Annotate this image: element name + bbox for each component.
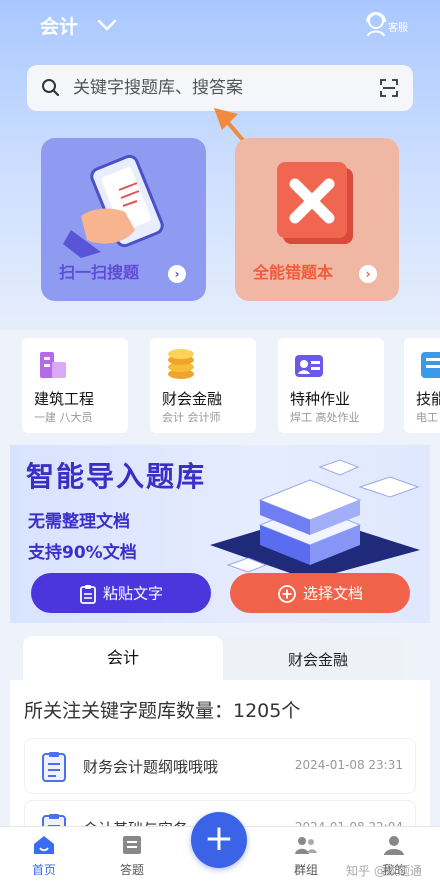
- wrong-questions-card[interactable]: 全能错题本 ›: [235, 138, 399, 301]
- chevron-down-icon[interactable]: [96, 14, 118, 36]
- tab-accounting[interactable]: 会计: [23, 636, 223, 680]
- list-item-title: 财务会计题纲哦哦哦: [83, 758, 219, 776]
- nav-home-label: 首页: [31, 863, 56, 877]
- chevron-right-icon: ›: [168, 265, 186, 283]
- category-finance[interactable]: 财会金融 会计 会计师: [150, 338, 256, 433]
- scan-search-card[interactable]: 扫一扫搜题 ›: [41, 138, 206, 301]
- nav-group-label: 群组: [293, 863, 318, 877]
- headset-icon: [366, 12, 386, 37]
- select-document-label: 选择文档: [302, 584, 363, 603]
- scan-search-label: 扫一扫搜题: [59, 263, 140, 282]
- plus-circle-icon: [278, 584, 296, 603]
- banner-subtitle: 支持90%文档: [28, 543, 137, 563]
- category-skills[interactable]: 技能 电工: [404, 338, 440, 433]
- category-title: 特种作业: [290, 390, 351, 408]
- nav-group[interactable]: 群组: [276, 833, 336, 878]
- list-item-date: 2024-01-08 23:31: [294, 758, 403, 772]
- coins-icon: [168, 349, 194, 379]
- customer-service-button[interactable]: 客服: [364, 10, 414, 42]
- document-icon: [42, 752, 66, 782]
- group-icon: [295, 837, 317, 854]
- server-stack-icon: [210, 459, 420, 575]
- select-document-button[interactable]: 选择文档: [230, 573, 410, 613]
- answer-book-icon: [123, 836, 141, 854]
- service-label: 客服: [388, 23, 408, 34]
- import-banner[interactable]: 智能导入题库 无需整理文档 支持90%文档 粘贴文字 选择文档: [10, 445, 430, 623]
- tab-finance[interactable]: 财会金融: [238, 636, 398, 684]
- nav-home[interactable]: 首页: [14, 833, 74, 878]
- paste-text-label: 粘贴文字: [102, 584, 163, 603]
- bank-count-text: 所关注关键字题库数量：1205个: [24, 700, 301, 722]
- paste-text-button[interactable]: 粘贴文字: [31, 573, 211, 613]
- banner-subtitle: 无需整理文档: [28, 512, 130, 532]
- skill-icon: [421, 352, 440, 378]
- list-item[interactable]: 财务会计题纲哦哦哦 2024-01-08 23:31: [24, 738, 416, 794]
- category-subtitle: 焊工 高处作业: [290, 411, 360, 424]
- banner-title: 智能导入题库: [26, 460, 207, 493]
- plus-icon: +: [203, 818, 235, 859]
- wrong-questions-label: 全能错题本: [253, 263, 334, 282]
- search-input[interactable]: [73, 73, 353, 103]
- category-subtitle: 一建 八大员: [34, 411, 93, 424]
- home-icon: [34, 836, 54, 854]
- profile-icon: [384, 836, 404, 855]
- clipboard-icon: [80, 584, 96, 604]
- add-button[interactable]: +: [191, 812, 247, 868]
- nav-answer[interactable]: 答题: [102, 833, 162, 878]
- watermark: 知乎 @致题通: [346, 864, 422, 878]
- scan-icon[interactable]: [379, 78, 399, 98]
- nav-answer-label: 答题: [119, 863, 144, 877]
- category-title: 财会金融: [162, 390, 223, 408]
- id-card-icon: [295, 355, 323, 377]
- question-bank-list: 所关注关键字题库数量：1205个 财务会计题纲哦哦哦 2024-01-08 23…: [10, 680, 430, 856]
- category-title: 建筑工程: [34, 390, 95, 408]
- phone-hand-icon: [63, 154, 164, 258]
- category-subtitle: 会计 会计师: [162, 411, 221, 424]
- wrong-x-icon: [277, 162, 353, 244]
- search-icon: [42, 79, 60, 97]
- category-title: 技能: [416, 390, 440, 408]
- subject-selector-label[interactable]: 会计: [40, 12, 78, 39]
- category-subtitle: 电工: [416, 411, 438, 424]
- chevron-right-icon: ›: [359, 265, 377, 283]
- building-icon: [40, 352, 66, 378]
- header: 会计 客服: [0, 0, 440, 52]
- category-special-ops[interactable]: 特种作业 焊工 高处作业: [278, 338, 384, 433]
- subject-tabs: 会计 财会金融: [23, 636, 403, 680]
- category-construction[interactable]: 建筑工程 一建 八大员: [22, 338, 128, 433]
